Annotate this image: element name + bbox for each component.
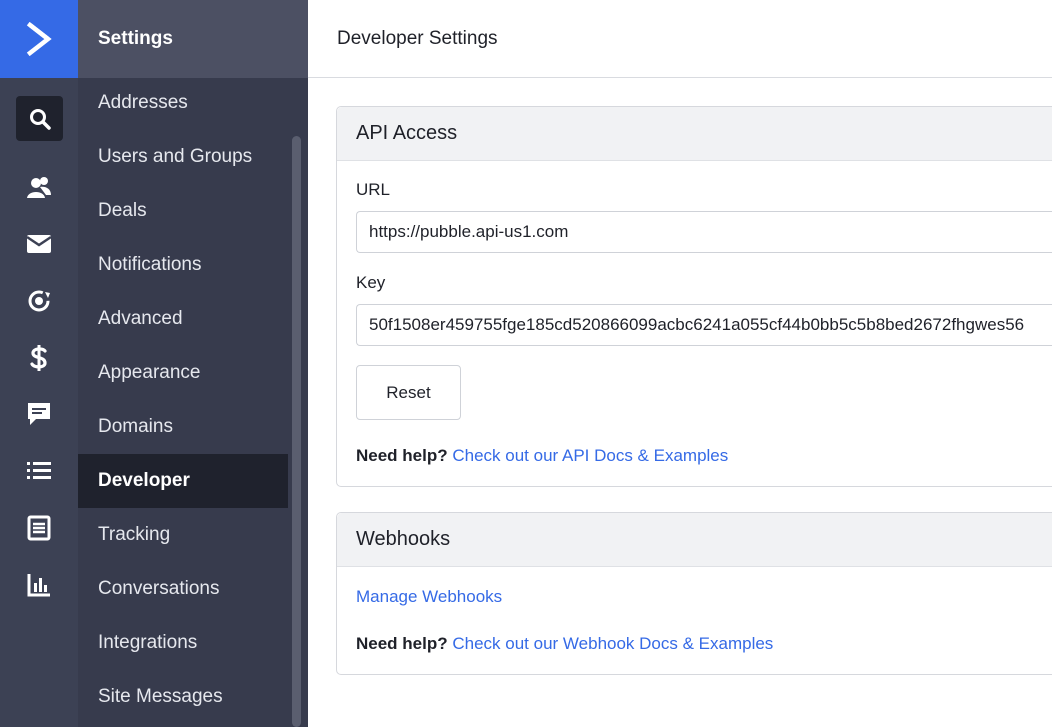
sidebar-item-integrations[interactable]: Integrations bbox=[78, 616, 288, 670]
top-bar: Developer Settings bbox=[308, 0, 1052, 78]
logo-chevron-icon[interactable] bbox=[0, 0, 78, 78]
key-field[interactable]: 50f1508er459755fge185cd520866099acbc6241… bbox=[356, 304, 1052, 346]
sidebar-item-site-messages[interactable]: Site Messages bbox=[78, 670, 288, 724]
icon-rail bbox=[0, 0, 78, 727]
api-docs-link[interactable]: Check out our API Docs & Examples bbox=[452, 446, 728, 465]
webhook-docs-link[interactable]: Check out our Webhook Docs & Examples bbox=[452, 634, 773, 653]
url-field[interactable]: https://pubble.api-us1.com bbox=[356, 211, 1052, 253]
webhook-help-text: Need help? Check out our Webhook Docs & … bbox=[356, 634, 773, 654]
sidebar-item-addresses[interactable]: Addresses bbox=[78, 76, 288, 130]
page-title: Developer Settings bbox=[337, 28, 498, 49]
sidebar-item-appearance[interactable]: Appearance bbox=[78, 346, 288, 400]
webhook-help-lead: Need help? bbox=[356, 634, 448, 653]
webhooks-panel: Webhooks Manage Webhooks Need help? Chec… bbox=[336, 512, 1052, 675]
reports-icon[interactable] bbox=[24, 570, 54, 600]
webhooks-title: Webhooks bbox=[337, 513, 1052, 567]
sidebar-item-deals[interactable]: Deals bbox=[78, 184, 288, 238]
sidebar-item-domains[interactable]: Domains bbox=[78, 400, 288, 454]
sidebar-header: Settings bbox=[78, 0, 308, 78]
manage-webhooks-link[interactable]: Manage Webhooks bbox=[356, 587, 502, 607]
sidebar-item-advanced[interactable]: Advanced bbox=[78, 292, 288, 346]
forms-icon[interactable] bbox=[24, 513, 54, 543]
api-help-lead: Need help? bbox=[356, 446, 448, 465]
sidebar-scrollbar[interactable] bbox=[292, 136, 301, 727]
search-icon[interactable] bbox=[16, 96, 63, 141]
sidebar-item-notifications[interactable]: Notifications bbox=[78, 238, 288, 292]
sidebar-item-users-and-groups[interactable]: Users and Groups bbox=[78, 130, 288, 184]
settings-sidebar: Settings Addresses Users and Groups Deal… bbox=[78, 0, 308, 727]
chat-icon[interactable] bbox=[24, 399, 54, 429]
sidebar-title: Settings bbox=[98, 28, 173, 49]
contacts-icon[interactable] bbox=[24, 172, 54, 202]
sidebar-item-conversations[interactable]: Conversations bbox=[78, 562, 288, 616]
api-access-title: API Access bbox=[337, 107, 1052, 161]
email-icon[interactable] bbox=[24, 229, 54, 259]
url-label: URL bbox=[356, 180, 391, 199]
sidebar-item-tracking[interactable]: Tracking bbox=[78, 508, 288, 562]
api-help-text: Need help? Check out our API Docs & Exam… bbox=[356, 446, 728, 466]
app-window: Settings Addresses Users and Groups Deal… bbox=[0, 0, 1052, 727]
dollar-icon[interactable] bbox=[24, 343, 54, 373]
reset-button[interactable]: Reset bbox=[356, 365, 461, 420]
api-access-panel: API Access URL https://pubble.api-us1.co… bbox=[336, 106, 1052, 487]
main-content: Developer Settings API Access URL https:… bbox=[308, 0, 1052, 727]
lists-icon[interactable] bbox=[24, 456, 54, 486]
sidebar-item-developer[interactable]: Developer bbox=[78, 454, 288, 508]
key-label: Key bbox=[356, 273, 386, 292]
automation-icon[interactable] bbox=[24, 286, 54, 316]
